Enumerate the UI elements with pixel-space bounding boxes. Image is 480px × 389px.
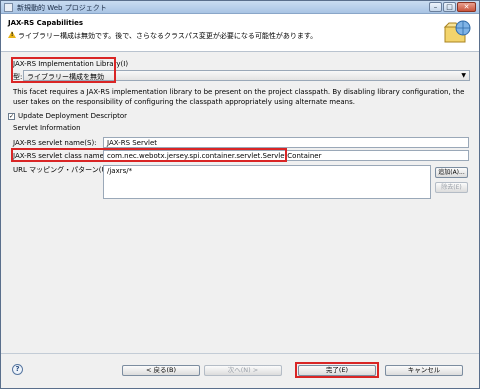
wizard-header: JAX-RS Capabilities ! ライブラリー構成は無効です。後で、さ… <box>1 14 479 52</box>
title-bar[interactable]: 新規動的 Web プロジェクト – □ ✕ <box>1 1 479 14</box>
highlight-finish <box>295 362 379 378</box>
description-text: This facet requires a JAX-RS implementat… <box>13 88 465 106</box>
cancel-button[interactable]: キャンセル <box>385 365 463 376</box>
servlet-name-field[interactable]: JAX-RS Servlet <box>103 137 469 148</box>
highlight-implementation <box>11 57 116 83</box>
maximize-button[interactable]: □ <box>443 2 456 12</box>
highlight-servlet-class <box>11 148 287 162</box>
page-title: JAX-RS Capabilities <box>8 19 84 27</box>
wizard-window: 新規動的 Web プロジェクト – □ ✕ JAX-RS Capabilitie… <box>0 0 480 389</box>
next-button: 次へ(N) > <box>204 365 282 376</box>
close-button[interactable]: ✕ <box>457 2 476 12</box>
minimize-button[interactable]: – <box>429 2 442 12</box>
warning-mark: ! <box>11 32 14 38</box>
back-button[interactable]: < 戻る(B) <box>122 365 200 376</box>
window-icon <box>4 3 13 12</box>
url-pattern-list[interactable]: /jaxrs/* <box>103 165 431 199</box>
url-pattern-item[interactable]: /jaxrs/* <box>107 167 132 175</box>
servlet-name-label: JAX-RS servlet name(S): <box>13 139 97 147</box>
update-deployment-label: Update Deployment Descriptor <box>18 112 127 120</box>
url-pattern-label: URL マッピング・パターン(U): <box>13 166 112 174</box>
update-deployment-row[interactable]: ✓ Update Deployment Descriptor <box>8 112 127 120</box>
chevron-down-icon: ▼ <box>461 72 466 79</box>
checkmark-icon[interactable]: ✓ <box>8 112 15 120</box>
folder-globe-icon <box>443 20 471 43</box>
window-controls: – □ ✕ <box>429 2 476 12</box>
remove-button: 除去(E) <box>435 182 468 193</box>
header-message: ライブラリー構成は無効です。後で、さらなるクラスパス変更が必要になる可能性があり… <box>18 32 318 40</box>
add-button[interactable]: 追加(A)... <box>435 167 468 178</box>
window-title: 新規動的 Web プロジェクト <box>17 4 107 12</box>
help-icon[interactable]: ? <box>12 364 23 375</box>
servlet-name-value: JAX-RS Servlet <box>107 139 158 147</box>
footer-separator <box>1 353 479 354</box>
servlet-group-label: Servlet Information <box>13 124 81 132</box>
